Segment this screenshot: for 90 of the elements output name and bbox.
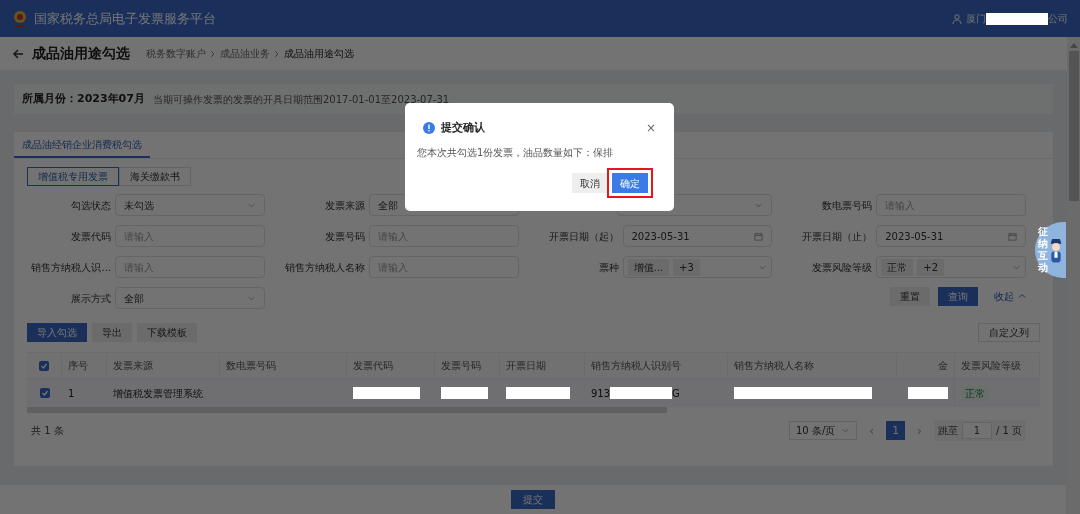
toolbar-button[interactable]: 导出	[92, 323, 132, 342]
calendar-icon	[754, 231, 764, 241]
widget-label: 互	[1038, 250, 1048, 262]
field-label: 发票来源	[323, 198, 365, 213]
page-count: / 1 页	[995, 424, 1022, 438]
column-header: 发票风险等级	[961, 359, 1021, 373]
dialog-message: 您本次共勾选1份发票，油品数量如下：保排	[417, 146, 615, 160]
row-checkbox[interactable]	[39, 388, 50, 398]
redaction-mark	[908, 387, 948, 399]
date-field[interactable]: 2023-05-31	[622, 225, 773, 247]
multi-select-field[interactable]: 正常 +2	[876, 256, 1026, 278]
period-label: 所属月份：2023年07月	[22, 90, 145, 107]
submit-button[interactable]: 提交	[511, 490, 555, 509]
table-row[interactable]: 1 增值税发票管理系统 913 G 正常	[27, 379, 1040, 407]
field-label: 开票日期（止）	[801, 229, 873, 244]
redaction-mark	[986, 12, 1048, 25]
chevron-up-icon	[1018, 292, 1026, 300]
collapse-link[interactable]: 收起	[994, 288, 1026, 304]
calendar-icon	[1008, 231, 1017, 241]
platform-title: 国家税务总局电子发票服务平台	[34, 9, 216, 28]
page-jump-field[interactable]: 1	[961, 422, 992, 439]
breadcrumb-link[interactable]: 税务数字账户	[146, 46, 206, 61]
field-label: 开票日期（起）	[547, 229, 619, 244]
column-header: 发票来源	[113, 359, 153, 373]
field-label: 发票风险等级	[811, 260, 873, 275]
tag: 增值...	[627, 258, 670, 276]
multi-select-field[interactable]: 增值... +3	[622, 256, 773, 278]
info-icon	[423, 122, 435, 134]
scroll-thumb[interactable]	[1068, 51, 1079, 201]
total-count: 共 1 条	[30, 424, 64, 438]
column-header: 发票号码	[441, 359, 481, 373]
cell-text: 增值税发票管理系统	[113, 386, 203, 401]
page-size-select[interactable]: 10 条/页	[789, 421, 858, 440]
next-page-button[interactable]: ›	[913, 421, 926, 440]
cell-text: 公司	[1048, 12, 1068, 26]
jump-label: 跳至	[937, 424, 958, 438]
tag: +3	[673, 258, 700, 276]
sub-tab[interactable]: 增值税专用发票	[27, 167, 119, 186]
toolbar-button[interactable]: 下载模板	[137, 323, 197, 342]
select-field[interactable]: 全部	[115, 287, 265, 309]
page-title: 成品油用途勾选	[32, 44, 130, 63]
field-label: 销售方纳税人识...	[30, 260, 111, 275]
column-header: 销售方纳税人名称	[734, 359, 814, 373]
user-icon	[952, 13, 962, 24]
tab[interactable]: 成品油经销企业消费税勾选	[14, 132, 150, 158]
redaction-mark	[353, 387, 420, 399]
redaction-mark	[441, 387, 488, 399]
field-label: 勾选状态	[70, 198, 111, 213]
cell-text: 1	[68, 386, 75, 401]
column-header: 发票代码	[353, 359, 393, 373]
breadcrumb-link[interactable]: 成品油用途勾选	[284, 46, 354, 61]
field-label: 发票代码	[70, 229, 111, 244]
breadcrumb-separator-icon	[274, 49, 280, 58]
customize-columns-button[interactable]: 自定义列	[978, 323, 1040, 342]
field-label: 票种	[597, 260, 619, 275]
back-arrow-icon[interactable]	[12, 47, 24, 60]
breadcrumb-separator-icon	[210, 49, 216, 58]
column-header: 开票日期	[506, 359, 546, 373]
select-all-checkbox[interactable]	[39, 360, 49, 371]
emblem-icon	[12, 8, 28, 29]
close-button[interactable]: ×	[645, 119, 656, 137]
field-label: 数电票号码	[821, 198, 873, 213]
column-header: 序号	[68, 359, 88, 373]
column-header: 销售方纳税人识别号	[591, 359, 681, 373]
date-field[interactable]: 2023-05-31	[876, 225, 1026, 247]
reset-button[interactable]: 重置	[890, 286, 930, 306]
toolbar-button[interactable]: 导入勾选	[27, 323, 87, 342]
status-tag: 正常	[961, 385, 989, 401]
tag: 正常	[881, 258, 914, 276]
column-header: 金	[938, 359, 948, 373]
scroll-up-icon[interactable]	[1069, 42, 1078, 48]
chevron-down-icon	[841, 426, 851, 435]
tag: +2	[917, 258, 944, 276]
page-button[interactable]: 1	[886, 421, 906, 440]
dialog-title: 提交确认	[441, 119, 485, 136]
widget-label: 纳	[1038, 238, 1048, 250]
cell-text: 913	[591, 386, 611, 401]
redaction-mark	[506, 387, 571, 399]
field-label: 销售方纳税人名称	[283, 260, 365, 275]
query-button[interactable]: 查询	[938, 286, 978, 306]
column-header: 数电票号码	[226, 359, 276, 373]
prev-page-button[interactable]: ‹	[865, 421, 879, 440]
field-label: 展示方式	[70, 291, 111, 306]
redaction-mark	[610, 387, 673, 399]
cancel-button[interactable]: 取消	[572, 173, 608, 193]
sub-tab[interactable]: 海关缴款书	[119, 167, 191, 186]
cell-text: G	[672, 386, 680, 401]
cell-text: 厦门	[966, 12, 986, 26]
select-field[interactable]: 未勾选	[115, 194, 265, 216]
field-label: 发票号码	[323, 229, 365, 244]
